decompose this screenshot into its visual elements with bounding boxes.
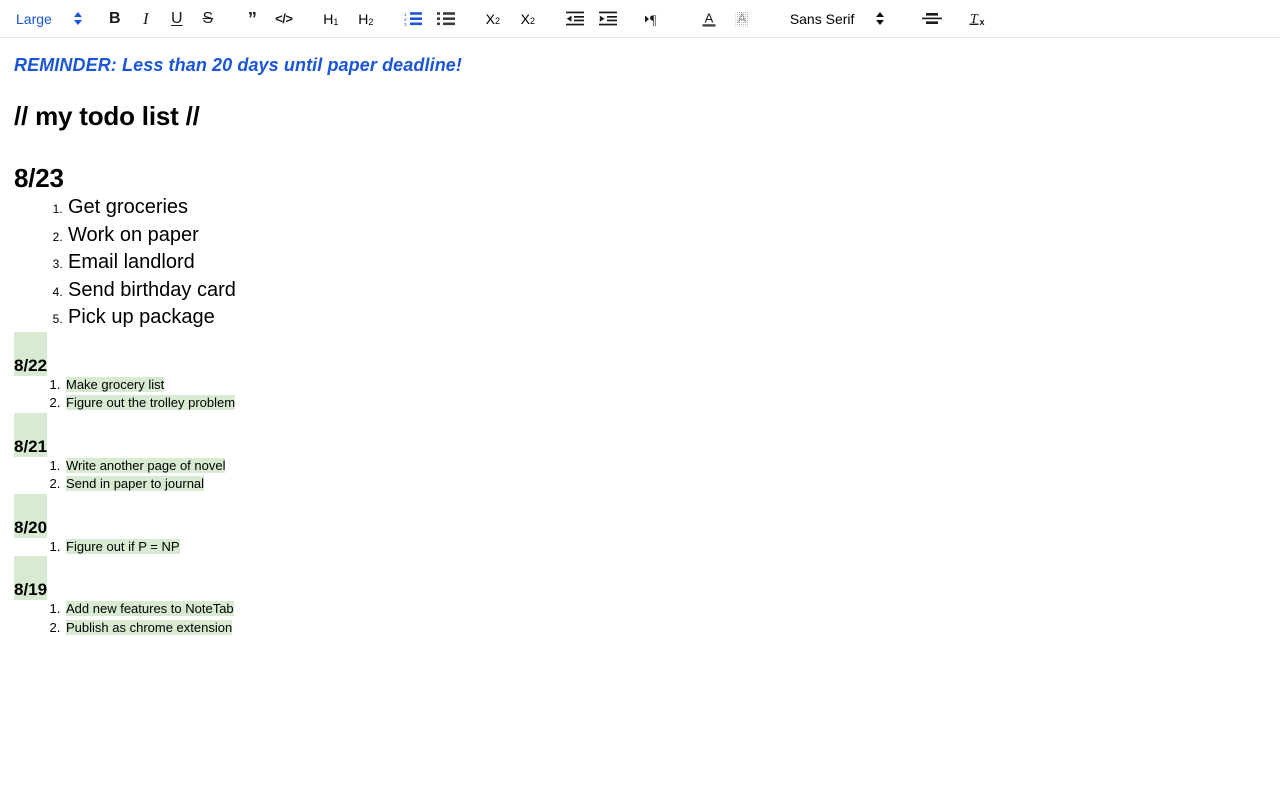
text-direction-icon: ¶	[644, 11, 664, 27]
code-icon: </>	[275, 11, 293, 26]
font-size-select-value: Large	[16, 10, 52, 27]
align-icon	[922, 12, 943, 26]
outdent-icon	[565, 11, 584, 26]
ordered-list-button[interactable]: 1 2 3	[401, 6, 425, 32]
code-button[interactable]: </>	[272, 6, 296, 32]
heading-2-icon: H2	[358, 10, 374, 27]
outdent-button[interactable]	[563, 6, 587, 32]
list-item[interactable]: Email landlord	[66, 249, 1266, 277]
list-item-text: Email landlord	[68, 251, 195, 273]
list-item-text: Write another page of novel	[66, 457, 226, 473]
text-color-button[interactable]: A	[697, 6, 721, 32]
todo-list[interactable]: Get groceries Work on paper Email landlo…	[14, 194, 1266, 332]
todo-section: 8/20 Figure out if P = NP	[14, 493, 1266, 557]
todo-section: 8/23 Get groceries Work on paper Email l…	[14, 132, 1266, 332]
superscript-icon: X2	[520, 10, 535, 27]
unordered-list-icon	[436, 11, 455, 26]
align-button[interactable]	[920, 6, 944, 32]
strikethrough-button[interactable]: S	[197, 6, 219, 32]
editor-toolbar: Large B I U S ” </> H1 H2 1 2 3 X 2 X 2 …	[0, 0, 1280, 38]
blockquote-button[interactable]: ”	[241, 6, 263, 32]
heading-1-icon: H1	[323, 10, 339, 27]
list-item-text: Figure out the trolley problem	[66, 395, 236, 410]
list-item-text: Figure out if P = NP	[66, 538, 180, 554]
indent-button[interactable]	[596, 6, 620, 32]
list-item-text: Work on paper	[68, 223, 199, 246]
todo-list[interactable]: Figure out if P = NP	[14, 538, 1266, 557]
list-item[interactable]: Figure out the trolley problem	[64, 394, 1266, 413]
list-item-text: Publish as chrome extension	[66, 619, 233, 635]
list-item[interactable]: Add new features to NoteTab	[64, 600, 1266, 619]
underline-icon: U	[171, 9, 183, 27]
subscript-button[interactable]: X2	[480, 6, 506, 32]
highlight-color-button[interactable]: A A	[730, 6, 754, 32]
todo-list[interactable]: Add new features to NoteTab Publish as c…	[14, 600, 1266, 637]
page-title: // my todo list //	[14, 101, 200, 131]
section-date-heading: 8/21	[14, 412, 48, 457]
font-family-select-value: Sans Serif	[789, 10, 855, 27]
section-date-heading: 8/19	[14, 556, 48, 600]
todo-list[interactable]: Write another page of novel Send in pape…	[14, 457, 1266, 494]
heading-2-button[interactable]: H2	[353, 6, 379, 32]
todo-list[interactable]: Make grocery list Figure out the trolley…	[14, 376, 1266, 413]
blockquote-icon: ”	[247, 8, 257, 29]
section-date-heading: 8/23	[14, 163, 64, 193]
ordered-list-icon: 1 2 3	[404, 11, 422, 26]
underline-button[interactable]: U	[166, 6, 188, 32]
font-family-select[interactable]: Sans Serif	[790, 6, 885, 32]
svg-text:x: x	[980, 17, 985, 27]
list-item[interactable]: Pick up package	[66, 304, 1266, 332]
list-item[interactable]: Get groceries	[66, 194, 1266, 222]
indent-icon	[598, 11, 617, 26]
font-family-stepper-icon[interactable]	[876, 12, 885, 25]
bold-icon: B	[109, 9, 121, 27]
list-item-text: Add new features to NoteTab	[66, 601, 234, 616]
document-editor[interactable]: REMINDER: Less than 20 days until paper …	[0, 38, 1280, 637]
section-date-heading: 8/20	[14, 493, 48, 538]
text-color-icon: A	[700, 10, 718, 28]
list-item-text: Send in paper to journal	[66, 476, 205, 491]
unordered-list-button[interactable]	[434, 6, 458, 32]
list-item-text: Pick up package	[68, 306, 215, 328]
strikethrough-icon: S	[202, 9, 214, 27]
svg-text:A: A	[737, 10, 746, 25]
text-direction-button[interactable]: ¶	[642, 6, 666, 32]
list-item-text: Make grocery list	[66, 376, 165, 392]
section-date-heading: 8/22	[14, 331, 48, 376]
todo-section: 8/19 Add new features to NoteTab Publish…	[14, 556, 1266, 637]
svg-text:¶: ¶	[650, 13, 657, 27]
font-size-select[interactable]: Large	[6, 6, 82, 32]
heading-1-button[interactable]: H1	[318, 6, 344, 32]
list-item-text: Get groceries	[68, 196, 189, 218]
list-item[interactable]: Write another page of novel	[64, 457, 1266, 476]
list-item[interactable]: Work on paper	[66, 222, 1266, 250]
list-item[interactable]: Send in paper to journal	[64, 475, 1266, 494]
svg-text:3: 3	[404, 22, 407, 26]
list-item-text: Send birthday card	[68, 278, 236, 301]
reminder-text: REMINDER: Less than 20 days until paper …	[14, 55, 462, 75]
subscript-icon: X2	[485, 10, 500, 27]
list-item[interactable]: Publish as chrome extension	[64, 619, 1266, 638]
todo-section: 8/21 Write another page of novel Send in…	[14, 412, 1266, 494]
clear-formatting-button[interactable]: T x	[966, 6, 992, 32]
svg-text:A: A	[704, 10, 713, 25]
bold-button[interactable]: B	[104, 6, 126, 32]
list-item[interactable]: Figure out if P = NP	[64, 538, 1266, 557]
italic-button[interactable]: I	[135, 6, 157, 32]
todo-section: 8/22 Make grocery list Figure out the tr…	[14, 331, 1266, 413]
clear-formatting-icon: T x	[969, 10, 989, 28]
italic-icon: I	[142, 9, 149, 28]
font-size-stepper-icon[interactable]	[73, 12, 82, 25]
list-item[interactable]: Send birthday card	[66, 277, 1266, 305]
highlight-color-icon: A A	[733, 10, 751, 28]
list-item[interactable]: Make grocery list	[64, 376, 1266, 395]
superscript-button[interactable]: X2	[515, 6, 541, 32]
